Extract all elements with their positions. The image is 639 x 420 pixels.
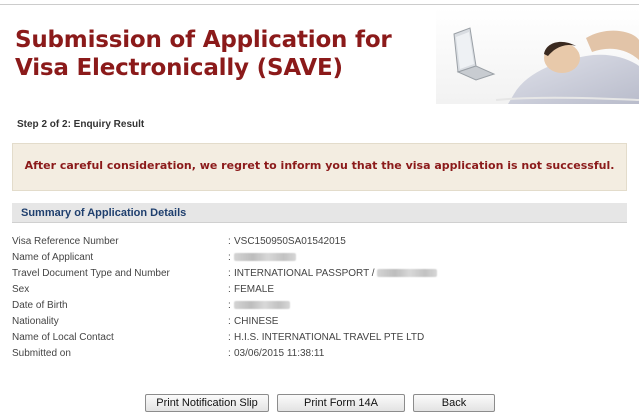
detail-label: Name of Local Contact [12, 332, 114, 343]
detail-row-applicant-name: Name of Applicant : [12, 250, 627, 266]
result-message-box: After careful consideration, we regret t… [12, 143, 627, 191]
summary-title: Summary of Application Details [21, 207, 187, 219]
detail-colon: : [228, 236, 231, 247]
detail-row-submitted-on: Submitted on : 03/06/2015 11:38:11 [12, 346, 627, 362]
detail-label: Sex [12, 284, 30, 295]
detail-value: INTERNATIONAL PASSPORT / [234, 268, 438, 279]
detail-colon: : [228, 316, 231, 327]
detail-row-visa-reference: Visa Reference Number : VSC150950SA01542… [12, 234, 627, 250]
travel-document-type: INTERNATIONAL PASSPORT / [234, 268, 375, 279]
detail-colon: : [228, 252, 231, 263]
page-title: Submission of Application for Visa Elect… [15, 27, 392, 81]
detail-row-local-contact: Name of Local Contact : H.I.S. INTERNATI… [12, 330, 627, 346]
detail-label: Nationality [12, 316, 59, 327]
detail-colon: : [228, 284, 231, 295]
detail-colon: : [228, 300, 231, 311]
detail-value: 03/06/2015 11:38:11 [234, 348, 325, 359]
print-form-14a-button[interactable]: Print Form 14A [277, 394, 405, 412]
detail-label: Submitted on [12, 348, 71, 359]
detail-label: Travel Document Type and Number [12, 268, 170, 279]
redacted-value [234, 301, 290, 310]
print-notification-slip-button[interactable]: Print Notification Slip [145, 394, 269, 412]
summary-section-header: Summary of Application Details [12, 203, 627, 223]
step-indicator: Step 2 of 2: Enquiry Result [17, 119, 145, 130]
detail-row-nationality: Nationality : CHINESE [12, 314, 627, 330]
detail-label: Date of Birth [12, 300, 68, 311]
detail-colon: : [228, 268, 231, 279]
detail-colon: : [228, 348, 231, 359]
application-details: Visa Reference Number : VSC150950SA01542… [12, 234, 627, 362]
detail-label: Name of Applicant [12, 252, 94, 263]
detail-value: VSC150950SA01542015 [234, 236, 346, 247]
detail-row-date-of-birth: Date of Birth : [12, 298, 627, 314]
detail-value-redacted [234, 252, 296, 263]
top-border [0, 0, 639, 5]
hero-image-man-with-laptop [436, 8, 639, 104]
detail-value: FEMALE [234, 284, 275, 295]
detail-value-redacted [234, 300, 290, 311]
result-message: After careful consideration, we regret t… [24, 159, 615, 172]
detail-colon: : [228, 332, 231, 343]
back-button[interactable]: Back [413, 394, 495, 412]
detail-label: Visa Reference Number [12, 236, 119, 247]
detail-row-travel-document: Travel Document Type and Number : INTERN… [12, 266, 627, 282]
detail-value: H.I.S. INTERNATIONAL TRAVEL PTE LTD [234, 332, 425, 343]
redacted-value [234, 253, 296, 262]
detail-row-sex: Sex : FEMALE [12, 282, 627, 298]
redacted-value [377, 269, 438, 278]
detail-value: CHINESE [234, 316, 279, 327]
